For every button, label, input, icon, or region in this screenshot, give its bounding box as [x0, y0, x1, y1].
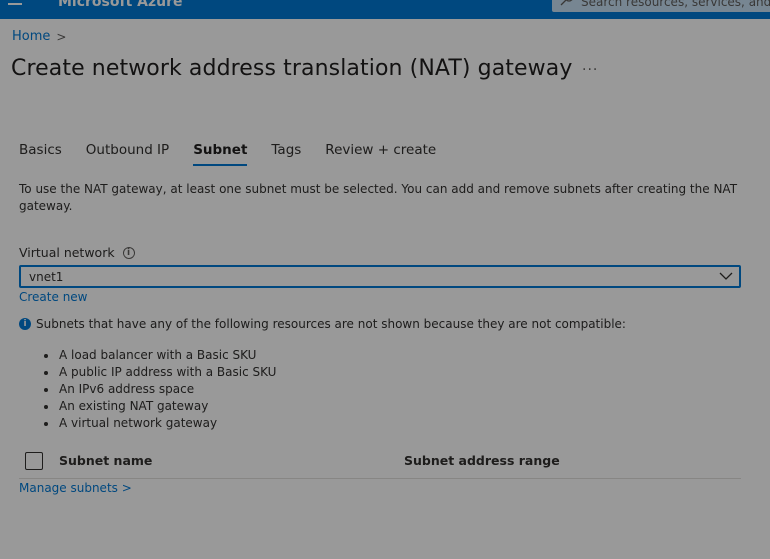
list-item: A public IP address with a Basic SKU	[44, 364, 276, 381]
virtual-network-selected-value: vnet1	[29, 270, 64, 284]
search-icon	[560, 0, 573, 6]
page-title: Create network address translation (NAT)…	[11, 56, 573, 81]
brand-name[interactable]: Microsoft Azure	[58, 0, 183, 10]
info-filled-icon: i	[19, 318, 31, 330]
list-item: An IPv6 address space	[44, 381, 276, 398]
breadcrumb: Home >	[12, 29, 66, 44]
hamburger-menu-icon[interactable]	[8, 0, 22, 8]
notice-text: Subnets that have any of the following r…	[36, 317, 626, 331]
info-icon[interactable]: i	[122, 246, 135, 259]
global-search-box[interactable]: Search resources, services, and docs	[552, 0, 770, 12]
list-item: A virtual network gateway	[44, 415, 276, 432]
chevron-right-icon: >	[56, 29, 67, 44]
search-placeholder: Search resources, services, and docs	[581, 0, 770, 9]
wizard-tabs: Basics Outbound IP Subnet Tags Review + …	[19, 142, 460, 166]
tab-outbound-ip[interactable]: Outbound IP	[86, 142, 169, 164]
tab-subnet[interactable]: Subnet	[193, 142, 248, 166]
tab-tags[interactable]: Tags	[271, 142, 301, 164]
tab-basics[interactable]: Basics	[19, 142, 62, 164]
compatibility-notice: i Subnets that have any of the following…	[19, 317, 626, 331]
manage-subnets-link[interactable]: Manage subnets >	[19, 481, 132, 495]
incompatible-resources-list: A load balancer with a Basic SKU A publi…	[44, 347, 276, 432]
chevron-down-icon	[719, 272, 733, 280]
select-all-checkbox[interactable]	[25, 452, 43, 470]
list-item: An existing NAT gateway	[44, 398, 276, 415]
virtual-network-label-text: Virtual network	[19, 245, 115, 260]
more-options-button[interactable]: ···	[582, 62, 598, 78]
virtual-network-dropdown[interactable]: vnet1	[19, 265, 741, 288]
tab-review-create[interactable]: Review + create	[325, 142, 436, 164]
subnet-grid-header: Subnet name Subnet address range	[19, 450, 741, 479]
virtual-network-label: Virtual network i	[19, 245, 135, 260]
column-header-subnet-name[interactable]: Subnet name	[59, 453, 152, 468]
list-item: A load balancer with a Basic SKU	[44, 347, 276, 364]
breadcrumb-home-link[interactable]: Home	[12, 29, 50, 44]
top-nav-bar: Microsoft Azure Search resources, servic…	[0, 0, 770, 19]
intro-text: To use the NAT gateway, at least one sub…	[19, 182, 738, 213]
column-header-subnet-range[interactable]: Subnet address range	[404, 453, 560, 468]
create-new-link[interactable]: Create new	[19, 290, 88, 304]
